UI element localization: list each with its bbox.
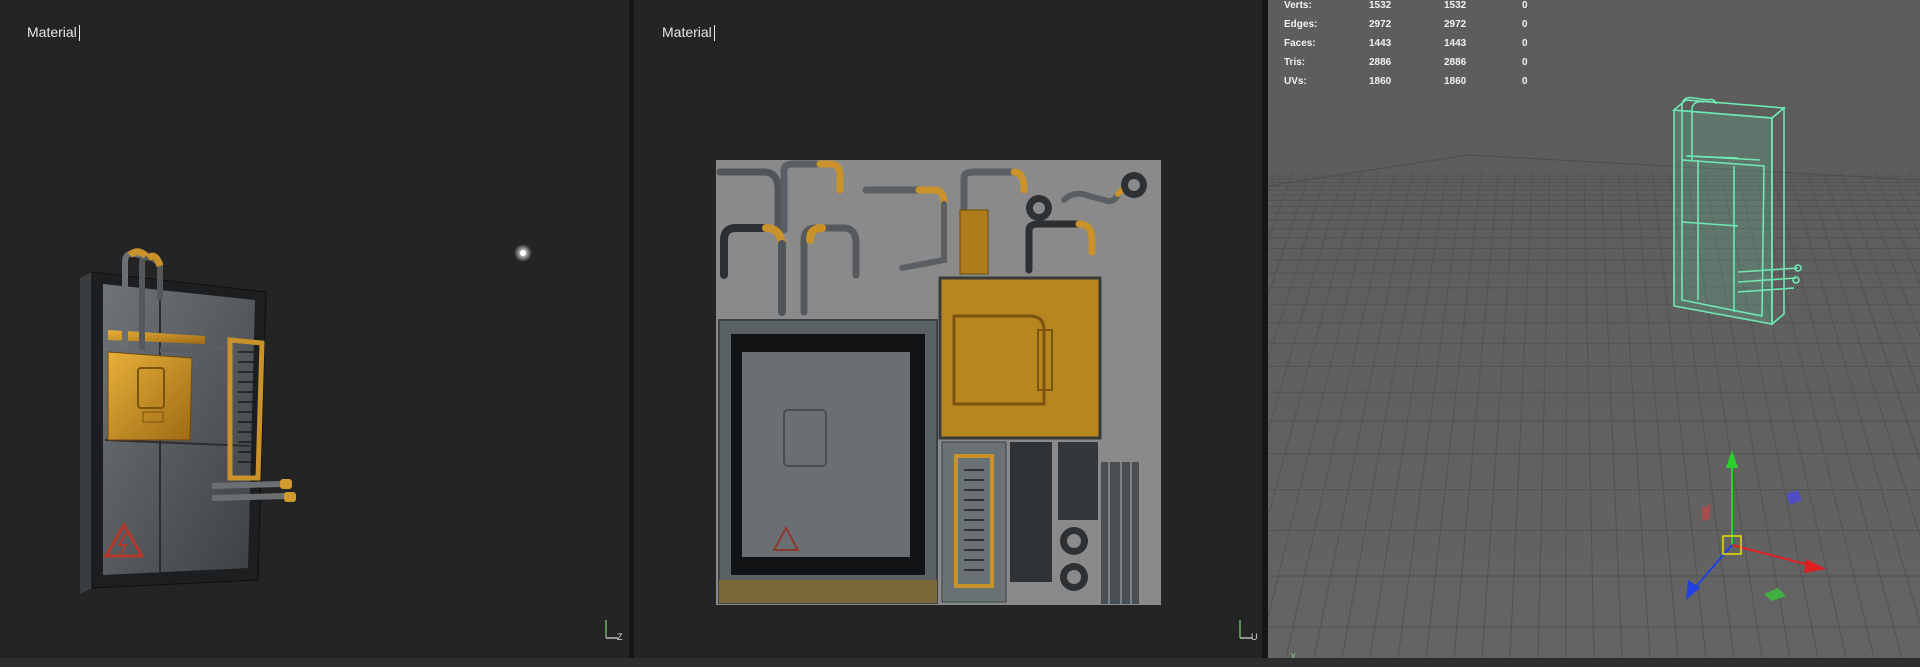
ground-plane <box>1268 155 1920 658</box>
uv-gold-door-island <box>938 276 1102 440</box>
viewport-canvas[interactable] <box>1268 0 1920 658</box>
electrical-panel-model <box>80 248 296 594</box>
light-source-icon <box>514 244 532 262</box>
perspective-viewport[interactable]: Verts: 1532 1532 0 Edges: 2972 2972 0 Fa… <box>1268 0 1920 658</box>
bottom-status-strip <box>0 658 1920 667</box>
material-preview-panel[interactable]: Material Z <box>0 0 629 658</box>
viewport-axis-label-y: y <box>1291 650 1296 658</box>
axis-label-u: U <box>1251 632 1258 642</box>
gold-door <box>107 351 193 441</box>
axis-label-z: Z <box>617 632 623 642</box>
panel-side <box>80 272 92 594</box>
uv-texture-canvas[interactable]: U <box>634 0 1262 658</box>
material-preview-canvas[interactable]: Z <box>0 0 629 658</box>
uv-editor-panel[interactable]: Material U <box>634 0 1262 658</box>
